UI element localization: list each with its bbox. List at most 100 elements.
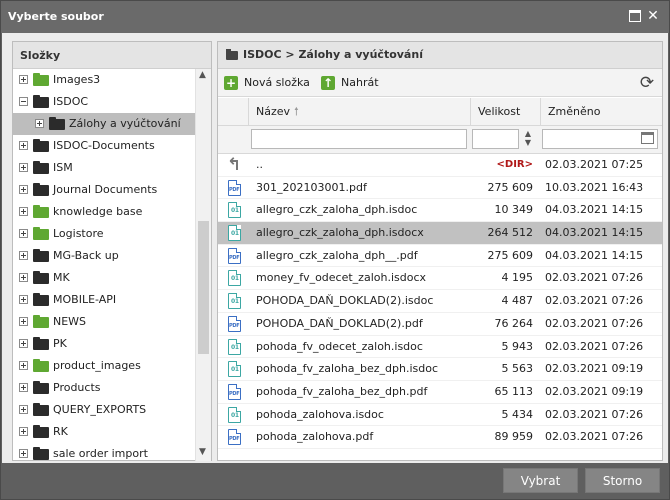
- tree-item-label: NEWS: [53, 315, 87, 328]
- expand-icon[interactable]: [19, 251, 28, 260]
- tree-item[interactable]: MG-Back up: [13, 245, 196, 267]
- maximize-icon[interactable]: [629, 10, 641, 22]
- file-row[interactable]: PDF allegro_czk_zaloha_dph__.pdf 275 609 04…: [218, 245, 662, 268]
- expand-icon[interactable]: [19, 317, 28, 326]
- folder-icon: [33, 425, 49, 438]
- scroll-up-icon[interactable]: ▲: [199, 70, 206, 80]
- expand-icon[interactable]: [19, 273, 28, 282]
- file-name: money_fv_odecet_zaloh.isdocx: [256, 271, 427, 285]
- scrollbar-thumb[interactable]: [198, 221, 209, 354]
- file-type-label: 01: [231, 275, 239, 283]
- tree-item-label: sale order import: [53, 447, 148, 460]
- folder-icon: [33, 293, 49, 306]
- tree-item[interactable]: QUERY_EXPORTS: [13, 399, 196, 421]
- file-rows: ↰.. <DIR> 02.03.2021 07:25 PDF 301_202103001…: [218, 154, 662, 460]
- file-row[interactable]: 01 pohoda_fv_zaloha_bez_dph.isdoc 5 563 02.…: [218, 358, 662, 381]
- tree-item[interactable]: MK: [13, 267, 196, 289]
- refresh-icon[interactable]: ⟳: [638, 74, 656, 92]
- size-filter-stepper[interactable]: ▲ ▼: [520, 129, 536, 149]
- file-picker-dialog: Vyberte soubor ✕ Složky Images3 ISDOC Zálo…: [0, 0, 670, 500]
- tree-item[interactable]: product_images: [13, 355, 196, 377]
- tree-item[interactable]: sale order import: [13, 443, 196, 461]
- file-type-label: PDF: [229, 390, 240, 397]
- new-folder-button[interactable]: + Nová složka: [224, 74, 314, 92]
- file-type-label: 01: [231, 207, 239, 215]
- tree-item[interactable]: NEWS: [13, 311, 196, 333]
- collapse-icon[interactable]: [19, 97, 28, 106]
- expand-icon[interactable]: [19, 141, 28, 150]
- close-icon[interactable]: ✕: [647, 9, 659, 23]
- file-size: 5 943: [501, 339, 534, 353]
- expand-icon[interactable]: [19, 427, 28, 436]
- file-row[interactable]: PDF POHODA_DAŇ_DOKLAD(2).pdf 76 264 02.03.2…: [218, 313, 662, 336]
- tree-item-label: Images3: [53, 73, 101, 86]
- file-row[interactable]: 01 allegro_czk_zaloha_dph.isdoc 10 349 04.0…: [218, 199, 662, 223]
- pdf-file-icon: PDF: [228, 429, 241, 446]
- expand-icon[interactable]: [19, 383, 28, 392]
- file-modified: 04.03.2021 14:15: [545, 203, 644, 217]
- plus-icon: +: [224, 76, 238, 90]
- upload-button[interactable]: ↑ Nahrát: [321, 74, 381, 92]
- folder-icon: [33, 73, 49, 86]
- tree-item[interactable]: Logistore: [13, 223, 196, 245]
- dialog-title: Vyberte soubor: [8, 10, 104, 23]
- isdoc-file-icon: 01: [228, 293, 241, 310]
- isdoc-file-icon: 01: [228, 202, 241, 219]
- file-modified: 04.03.2021 14:15: [545, 226, 644, 240]
- cancel-button[interactable]: Storno: [585, 468, 660, 493]
- column-header-name[interactable]: Název 🠕: [248, 98, 470, 126]
- tree-item[interactable]: ISDOC-Documents: [13, 135, 196, 157]
- tree-item[interactable]: ISM: [13, 157, 196, 179]
- file-row[interactable]: 01 POHODA_DAŇ_DOKLAD(2).isdoc 4 487 02.03.2…: [218, 290, 662, 313]
- file-modified: 02.03.2021 07:26: [545, 294, 644, 308]
- file-row[interactable]: ↰.. <DIR> 02.03.2021 07:25: [218, 154, 662, 177]
- file-row[interactable]: PDF pohoda_fv_zaloha_bez_dph.pdf 65 113 02.…: [218, 381, 662, 404]
- calendar-icon[interactable]: [641, 132, 654, 144]
- expand-icon[interactable]: [19, 207, 28, 216]
- select-button[interactable]: Vybrat: [503, 468, 578, 493]
- folder-tree-scrollbar[interactable]: ▲ ▼: [195, 69, 211, 461]
- tree-item[interactable]: MOBILE-API: [13, 289, 196, 311]
- tree-item[interactable]: Zálohy a vyúčtování: [13, 113, 196, 135]
- file-modified: 02.03.2021 07:26: [545, 316, 644, 330]
- tree-item[interactable]: RK: [13, 421, 196, 443]
- file-name: 301_202103001.pdf: [256, 180, 367, 194]
- folders-panel: Složky Images3 ISDOC Zálohy a vyúčtování IS…: [12, 41, 212, 461]
- file-type-label: 01: [231, 343, 239, 351]
- tree-item[interactable]: Journal Documents: [13, 179, 196, 201]
- expand-icon[interactable]: [19, 295, 28, 304]
- column-size-label: Velikost: [478, 105, 521, 118]
- expand-icon[interactable]: [19, 163, 28, 172]
- expand-icon[interactable]: [35, 119, 44, 128]
- expand-icon[interactable]: [19, 75, 28, 84]
- expand-icon[interactable]: [19, 339, 28, 348]
- tree-item[interactable]: ISDOC: [13, 91, 196, 113]
- file-name: pohoda_zalohova.pdf: [256, 430, 374, 444]
- name-filter-input[interactable]: [251, 129, 467, 149]
- size-filter-input[interactable]: [472, 129, 519, 149]
- file-row[interactable]: 01 allegro_czk_zaloha_dph.isdocx 264 512 04…: [218, 222, 662, 245]
- file-row[interactable]: 01 pohoda_fv_odecet_zaloh.isdoc 5 943 02.03…: [218, 336, 662, 359]
- expand-icon[interactable]: [19, 361, 28, 370]
- scroll-down-icon[interactable]: ▼: [199, 447, 206, 457]
- folder-icon: [33, 447, 49, 460]
- expand-icon[interactable]: [19, 449, 28, 458]
- expand-icon[interactable]: [19, 185, 28, 194]
- expand-icon[interactable]: [19, 229, 28, 238]
- title-bar[interactable]: Vyberte soubor ✕: [1, 1, 669, 33]
- column-header-modified[interactable]: Změněno: [540, 98, 662, 126]
- expand-icon[interactable]: [19, 405, 28, 414]
- tree-item[interactable]: knowledge base: [13, 201, 196, 223]
- file-row[interactable]: 01 pohoda_zalohova.isdoc 5 434 02.03.2021 0…: [218, 404, 662, 427]
- tree-item[interactable]: PK: [13, 333, 196, 355]
- file-size: 5 434: [501, 407, 534, 421]
- file-row[interactable]: PDF 301_202103001.pdf 275 609 10.03.2021 16…: [218, 177, 662, 200]
- column-header-size[interactable]: Velikost: [470, 98, 540, 126]
- tree-item[interactable]: Products: [13, 377, 196, 399]
- file-row[interactable]: 01 money_fv_odecet_zaloh.isdocx 4 195 02.03…: [218, 267, 662, 291]
- tree-item[interactable]: Images3: [13, 69, 196, 91]
- file-row[interactable]: PDF pohoda_zalohova.pdf 89 959 02.03.2021 0…: [218, 426, 662, 449]
- tree-item-label: Journal Documents: [53, 183, 158, 196]
- pdf-file-icon: PDF: [228, 247, 241, 264]
- upload-icon: ↑: [321, 76, 335, 90]
